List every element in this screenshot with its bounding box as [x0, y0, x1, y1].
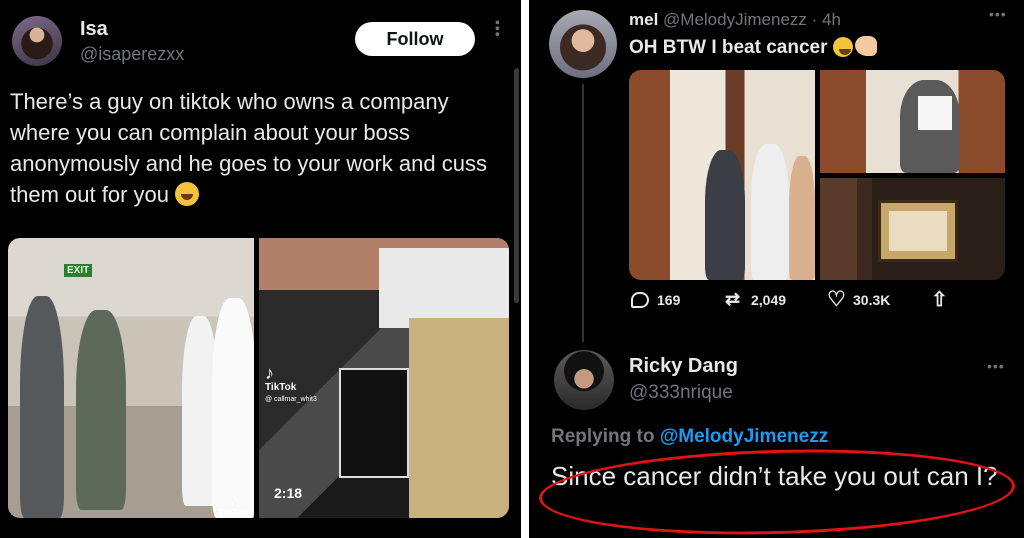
person-figure: [789, 156, 815, 280]
person-figure: [76, 310, 126, 510]
thread-connector: [582, 84, 584, 342]
flexed-biceps-emoji-icon: [854, 36, 877, 56]
tiktok-user: @ callmar_whit3: [265, 396, 317, 403]
hallway-photo[interactable]: [629, 70, 815, 280]
more-options-icon[interactable]: •••: [989, 6, 1007, 22]
person-figure: [751, 144, 789, 280]
display-name[interactable]: Isa: [80, 18, 108, 41]
plaque-photo[interactable]: [820, 178, 1005, 280]
retweet-button[interactable]: 2,049: [725, 289, 787, 310]
share-button[interactable]: [931, 287, 949, 312]
pants-shape: [409, 318, 509, 518]
follow-button[interactable]: Follow: [355, 22, 475, 56]
reply-button[interactable]: 169: [631, 292, 680, 308]
heart-icon: [827, 287, 846, 312]
plaque-shape: [878, 200, 958, 262]
like-count: 30.3K: [853, 292, 891, 308]
isa-avatar[interactable]: [12, 16, 62, 66]
reply-count: 169: [657, 292, 681, 308]
scrollbar[interactable]: [514, 68, 519, 303]
tweet-body: There’s a guy on tiktok who owns a compa…: [10, 89, 487, 207]
replying-to-line: Replying to @MelodyJimenezz: [551, 426, 828, 448]
pleading-face-emoji-icon: [832, 37, 853, 57]
tweet-text: There’s a guy on tiktok who owns a compa…: [10, 86, 510, 210]
office-photo[interactable]: ♪ TikTok: [8, 238, 254, 518]
tweet-body: OH BTW I beat cancer: [629, 37, 828, 58]
tiktok-label: TikTok: [218, 508, 250, 518]
right-tweet-screenshot: mel @MelodyJimenezz · 4h ••• OH BTW I be…: [529, 0, 1024, 538]
display-name[interactable]: Ricky Dang: [629, 355, 738, 378]
author-line: mel @MelodyJimenezz · 4h: [629, 10, 841, 30]
folder-shape: [339, 368, 409, 478]
retweet-icon: [725, 289, 743, 310]
handle[interactable]: @333nrique: [629, 382, 733, 404]
tiktok-icon: ♪: [265, 363, 274, 383]
replying-prefix: Replying to: [551, 426, 655, 447]
like-button[interactable]: 30.3K: [827, 287, 891, 312]
retweet-count: 2,049: [751, 292, 787, 308]
tiktok-watermark: ♪ TikTok: [218, 490, 249, 518]
video-duration: 2:18: [274, 485, 303, 501]
tiktok-label: TikTok: [265, 382, 297, 393]
left-tweet-screenshot: Isa @isaperezxx Follow ••• There’s a guy…: [0, 0, 521, 538]
shirt-shape: [918, 96, 952, 130]
more-options-icon[interactable]: •••: [987, 358, 1005, 374]
share-icon: [931, 287, 949, 312]
tweet-actions: 169 2,049 30.3K: [629, 287, 959, 314]
mention-link[interactable]: @MelodyJimenezz: [660, 426, 828, 447]
more-options-icon[interactable]: •••: [490, 20, 506, 38]
tiktok-icon: ♪: [229, 489, 239, 509]
shirt-shape: [379, 248, 509, 328]
timestamp[interactable]: · 4h: [812, 10, 841, 29]
video-thumbnail[interactable]: ♪ TikTok @ callmar_whit3: [259, 238, 509, 518]
handle[interactable]: @MelodyJimenezz: [663, 10, 807, 29]
celebration-photo[interactable]: [820, 70, 1005, 173]
laughing-tears-emoji-icon: [175, 182, 200, 206]
display-name[interactable]: mel: [629, 10, 658, 29]
tiktok-watermark: ♪ TikTok @ callmar_whit3: [265, 364, 317, 404]
ricky-avatar[interactable]: [554, 350, 614, 410]
mel-avatar[interactable]: [549, 10, 617, 78]
exit-sign: EXIT: [64, 264, 93, 277]
handle[interactable]: @isaperezxx: [80, 44, 184, 65]
person-figure: [212, 298, 254, 518]
person-figure: [705, 150, 745, 280]
person-figure: [20, 296, 64, 518]
reply-icon: [631, 292, 649, 308]
tweet-text: OH BTW I beat cancer: [629, 36, 877, 59]
